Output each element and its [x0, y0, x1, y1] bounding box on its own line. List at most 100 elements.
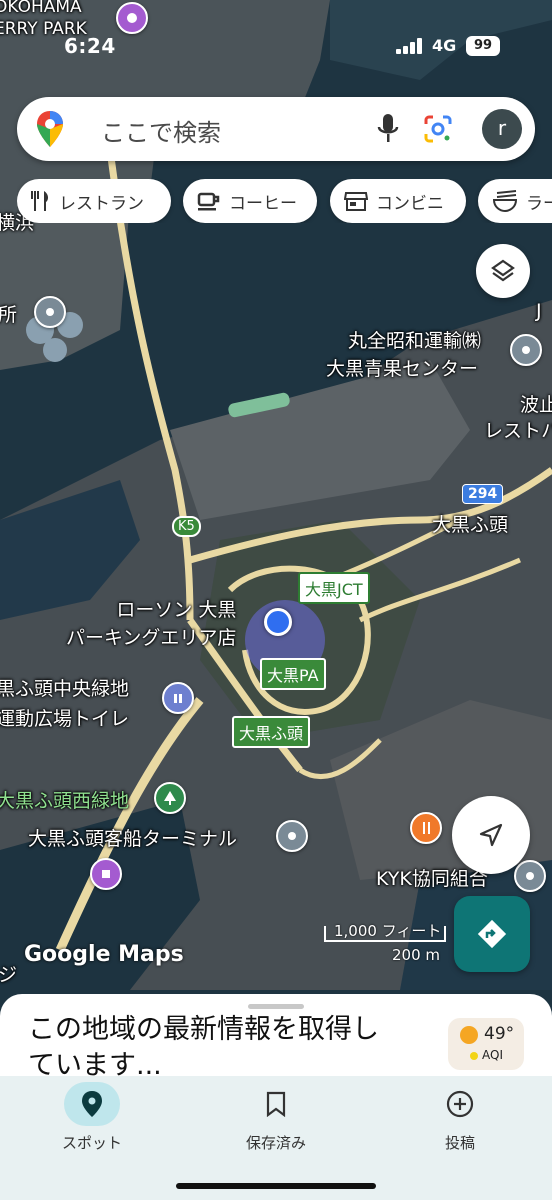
terminal-poi-icon[interactable] — [276, 820, 308, 852]
map-label-daikoku-futo[interactable]: 大黒ふ頭 — [432, 510, 508, 537]
sun-icon — [460, 1026, 478, 1044]
west-green-label: 大黒ふ頭西緑地 — [0, 790, 130, 812]
restaurant-label: レストハ — [484, 420, 552, 442]
google-lens-icon[interactable] — [423, 114, 453, 148]
office-poi-icon[interactable] — [34, 296, 66, 328]
jct-badge[interactable]: 大黒JCT — [298, 572, 370, 604]
chip-restaurant[interactable]: レストラン — [17, 179, 171, 223]
toilet-poi-icon[interactable] — [162, 682, 194, 714]
watermark-text: Google Maps — [24, 942, 184, 967]
seika-label: 大黒青果センター — [326, 358, 479, 380]
search-input[interactable]: ここで検索 — [101, 113, 221, 148]
shop-poi-icon[interactable] — [90, 858, 122, 890]
chip-convenience[interactable]: コンビニ — [330, 179, 466, 223]
directions-button[interactable] — [454, 896, 530, 972]
map-label-west-green[interactable]: 大黒ふ頭西緑地 — [0, 786, 129, 813]
layers-icon — [491, 259, 515, 282]
pa-text: 大黒PA — [267, 666, 319, 685]
nav-contribute-label: 投稿 — [444, 1134, 475, 1152]
map-label-restaurant[interactable]: レストハ — [484, 416, 552, 443]
my-location-button[interactable] — [452, 796, 530, 874]
ji-edge-label: ジ — [0, 964, 18, 986]
nav-contribute[interactable]: 投稿 — [390, 1076, 530, 1166]
scale-metric: 200 m — [392, 946, 441, 964]
nav-explore-icon-wrap — [64, 1082, 120, 1126]
chip-convenience-label: コンビニ — [376, 193, 444, 214]
map-label-j[interactable]: J — [536, 300, 542, 322]
home-indicator[interactable] — [176, 1183, 376, 1189]
sheet-drag-handle[interactable] — [248, 1004, 304, 1009]
map-label-park-toilet[interactable]: 黒ふ頭中央緑地 運動広場トイレ — [0, 674, 129, 734]
microphone-icon[interactable] — [375, 112, 401, 150]
category-chips: レストラン コーヒー コンビニ ラー — [17, 179, 552, 223]
j-edge-label: J — [536, 300, 542, 322]
google-maps-watermark: Google Maps — [24, 942, 184, 967]
chip-ramen-label: ラー — [526, 193, 552, 214]
coffee-icon — [197, 192, 220, 211]
namido-label: 波止 — [520, 394, 552, 416]
network-type: 4G — [432, 36, 457, 55]
nav-contribute-icon-wrap — [432, 1082, 488, 1126]
nav-saved-label: 保存済み — [245, 1134, 306, 1152]
bottom-navigation: スポット 保存済み 投稿 — [0, 1076, 552, 1200]
fork-knife-icon — [31, 191, 49, 211]
jct-text: 大黒JCT — [305, 580, 363, 599]
battery-icon: 99 — [466, 36, 500, 56]
map-label-terminal[interactable]: 大黒ふ頭客船ターミナル — [28, 824, 237, 851]
futo-text: 大黒ふ頭 — [239, 724, 304, 743]
scale-imperial: 1,000 フィート — [334, 922, 442, 940]
signal-icon — [396, 38, 426, 54]
tree-poi-icon[interactable] — [154, 782, 186, 814]
seika-poi-icon[interactable] — [510, 334, 542, 366]
kyk-poi-icon[interactable] — [514, 860, 546, 892]
lawson-label: ローソン 大黒 パーキングエリア店 — [66, 599, 237, 649]
futo-badge[interactable]: 大黒ふ頭 — [232, 716, 311, 748]
marunen-label: 丸全昭和運輸㈱ — [348, 330, 482, 352]
layers-button[interactable] — [476, 244, 530, 298]
store-icon — [344, 192, 368, 211]
status-bar: 6:24 4G 99 — [0, 0, 552, 80]
nav-explore-label: スポット — [61, 1134, 122, 1152]
route-294-text: 294 — [468, 486, 498, 502]
map-label-lawson[interactable]: ローソン 大黒 パーキングエリア店 — [66, 596, 236, 652]
search-bar[interactable]: ここで検索 r — [17, 97, 535, 161]
status-time: 6:24 — [64, 34, 116, 58]
map-label-namido[interactable]: 波止 — [520, 390, 552, 417]
k5-text: K5 — [178, 519, 195, 534]
navigation-arrow-icon — [479, 823, 503, 847]
aqi-dot-icon — [470, 1052, 478, 1060]
google-maps-pin-icon — [37, 111, 63, 151]
kyk-label: KYK協同組合 — [376, 868, 488, 890]
sheet-loading-message: この地域の最新情報を取得しています... — [28, 1014, 379, 1081]
ramen-icon — [492, 190, 518, 212]
chip-coffee-label: コーヒー — [229, 193, 297, 214]
bookmark-icon — [266, 1091, 286, 1117]
location-pin-icon — [82, 1091, 102, 1117]
chip-restaurant-label: レストラン — [59, 193, 144, 214]
current-location-dot[interactable] — [264, 608, 292, 636]
nav-explore[interactable]: スポット — [22, 1076, 162, 1166]
directions-icon — [477, 919, 507, 949]
account-avatar[interactable]: r — [482, 109, 522, 149]
office-label: 所 — [0, 304, 18, 326]
nav-saved[interactable]: 保存済み — [206, 1076, 346, 1166]
chip-ramen[interactable]: ラー — [478, 179, 552, 223]
map-label-seika[interactable]: 大黒青果センター — [326, 354, 478, 381]
route-294-badge: 294 — [462, 484, 504, 504]
terminal-label: 大黒ふ頭客船ターミナル — [28, 828, 238, 850]
map-label-marunen[interactable]: 丸全昭和運輸㈱ — [348, 326, 481, 353]
map-label-ji[interactable]: ジ — [0, 960, 17, 987]
weather-temp: 49° — [484, 1024, 515, 1044]
weather-aqi-widget[interactable]: 49° AQI — [448, 1018, 524, 1070]
daikoku-futo-label: 大黒ふ頭 — [432, 514, 509, 536]
chip-coffee[interactable]: コーヒー — [183, 179, 317, 223]
park-toilet-label: 黒ふ頭中央緑地 運動広場トイレ — [0, 678, 130, 730]
bottom-sheet[interactable]: この地域の最新情報を取得しています... 49° AQI — [0, 994, 552, 1084]
map-label-office[interactable]: 所 — [0, 300, 17, 327]
nav-saved-icon-wrap — [248, 1082, 304, 1126]
add-circle-icon — [446, 1090, 474, 1118]
restaurant-poi-icon[interactable] — [410, 812, 442, 844]
aqi-label: AQI — [482, 1048, 503, 1062]
k5-route-badge: K5 — [172, 516, 201, 537]
pa-badge[interactable]: 大黒PA — [260, 658, 326, 690]
